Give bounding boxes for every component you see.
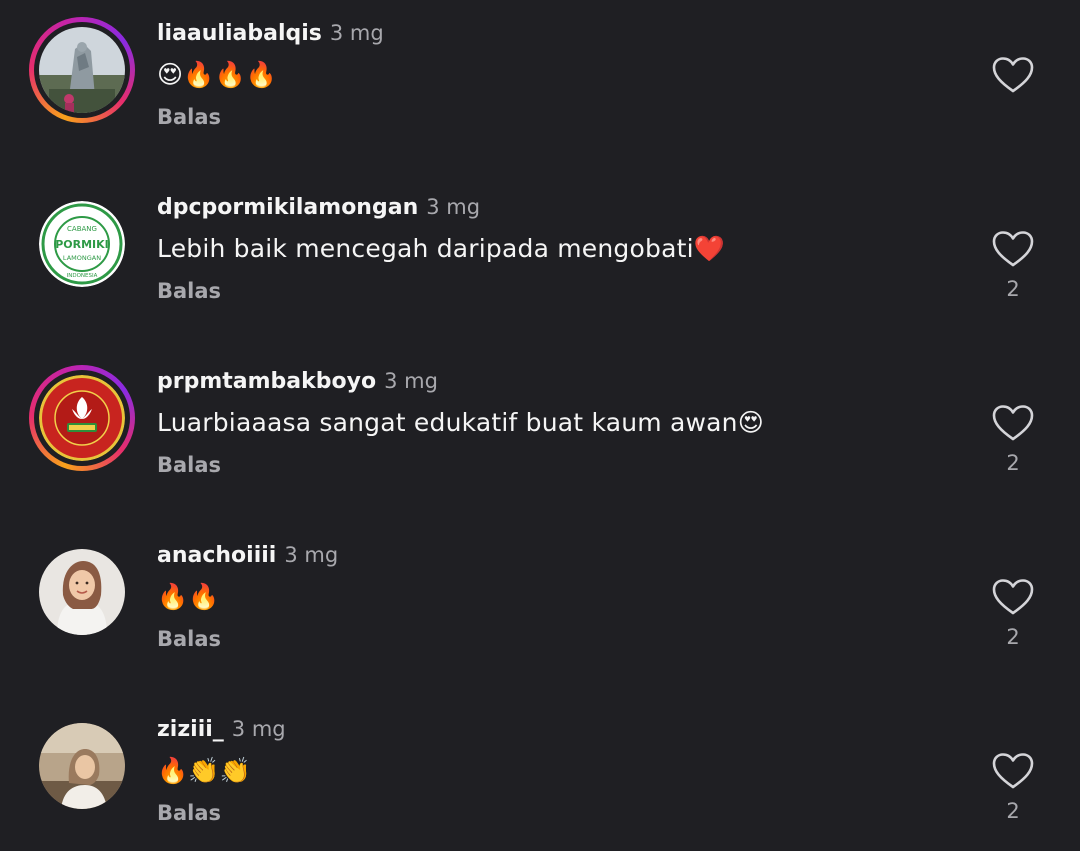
comment-item: anachoiiii 3 mg 🔥🔥 Balas 2: [0, 522, 1080, 696]
like-count: 2: [1006, 277, 1020, 301]
avatar: [39, 549, 125, 635]
avatar: CABANG PORMIKI LAMONGAN INDONESIA: [39, 201, 125, 287]
comment-item: CABANG PORMIKI LAMONGAN INDONESIA dpcpor…: [0, 174, 1080, 348]
avatar-logo-text: LAMONGAN: [63, 254, 101, 262]
heart-outline-icon[interactable]: [990, 229, 1036, 269]
comment-time: 3 mg: [284, 543, 339, 567]
avatar: [39, 723, 125, 809]
comment-text: 😍🔥🔥🔥: [157, 60, 278, 89]
comment-time: 3 mg: [426, 195, 481, 219]
reply-button[interactable]: Balas: [157, 276, 221, 306]
comment-username[interactable]: anachoiiii: [157, 543, 276, 568]
comment-text: 🔥🔥: [157, 582, 220, 611]
like-count: 2: [1006, 625, 1020, 649]
comment-list: liaauliabalqis 3 mg 😍🔥🔥🔥 Balas CABANG POR…: [0, 0, 1080, 851]
comment-time: 3 mg: [329, 21, 384, 45]
comment-text: Luarbiaaasa sangat edukatif buat kaum aw…: [157, 408, 764, 437]
avatar: [39, 27, 125, 113]
reply-button[interactable]: Balas: [157, 450, 221, 480]
comment-item: ziziii_ 3 mg 🔥👏👏 Balas 2: [0, 696, 1080, 851]
like-count: 2: [1006, 451, 1020, 475]
comment-time: 3 mg: [384, 369, 438, 393]
comment-item: prpmtambakboyo 3 mg Luarbiaaasa sangat ed…: [0, 348, 1080, 522]
reply-button[interactable]: Balas: [157, 624, 221, 654]
comment-username[interactable]: ziziii_: [157, 717, 224, 742]
avatar-wrapper[interactable]: [29, 713, 135, 819]
reply-button[interactable]: Balas: [157, 798, 221, 828]
avatar-wrapper[interactable]: [29, 539, 135, 645]
comment-text: 🔥👏👏: [157, 756, 251, 785]
heart-outline-icon[interactable]: [990, 55, 1036, 95]
avatar-logo-text: PORMIKI: [55, 238, 109, 251]
reply-button[interactable]: Balas: [157, 102, 221, 132]
heart-outline-icon[interactable]: [990, 577, 1036, 617]
avatar-logo-text: INDONESIA: [67, 273, 98, 279]
comment-text: Lebih baik mencegah daripada mengobati❤️: [157, 234, 726, 263]
avatar-wrapper[interactable]: CABANG PORMIKI LAMONGAN INDONESIA: [29, 191, 135, 297]
avatar: [39, 375, 125, 461]
avatar-story-ring[interactable]: [29, 17, 135, 123]
heart-outline-icon[interactable]: [990, 403, 1036, 443]
heart-outline-icon[interactable]: [990, 751, 1036, 791]
avatar-logo-text: CABANG: [67, 225, 97, 233]
comment-username[interactable]: prpmtambakboyo: [157, 369, 376, 394]
comment-username[interactable]: liaauliabalqis: [157, 21, 322, 46]
comment-item: liaauliabalqis 3 mg 😍🔥🔥🔥 Balas: [0, 0, 1080, 174]
comment-time: 3 mg: [231, 717, 286, 741]
like-count: 2: [1006, 799, 1020, 823]
comment-username[interactable]: dpcpormikilamongan: [157, 195, 418, 220]
avatar-story-ring[interactable]: [29, 365, 135, 471]
